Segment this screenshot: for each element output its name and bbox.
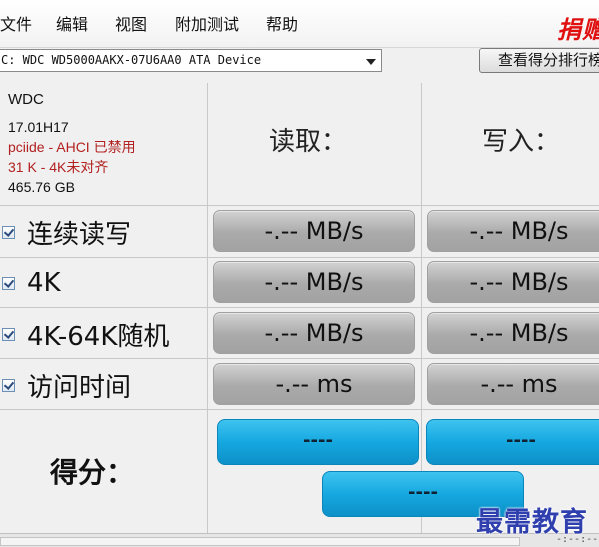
menu-help[interactable]: 帮助 bbox=[266, 16, 298, 34]
grid-divider bbox=[0, 257, 599, 258]
access-time-read-result: -.-- ms bbox=[213, 363, 415, 405]
test-label-4k: 4K bbox=[27, 268, 61, 298]
menu-file[interactable]: 文件 bbox=[0, 16, 32, 34]
test-label-4k-64k: 4K-64K随机 bbox=[27, 321, 170, 352]
drive-info-panel: WDC 17.01H17 pciide - AHCI 已禁用 31 K - 4K… bbox=[8, 89, 204, 197]
checkbox-checked-icon[interactable] bbox=[2, 276, 15, 290]
4k-write-result: -.-- MB/s bbox=[427, 261, 599, 303]
test-label-access-time: 访问时间 bbox=[27, 372, 132, 403]
4k-64k-write-result: -.-- MB/s bbox=[427, 312, 599, 354]
read-column-header: 读取： bbox=[269, 127, 348, 157]
4k-read-result: -.-- MB/s bbox=[213, 261, 415, 303]
test-row-access-time: 访问时间 bbox=[0, 360, 131, 410]
access-time-write-result: -.-- ms bbox=[427, 363, 599, 405]
drive-firmware: 17.01H17 bbox=[8, 119, 69, 135]
drive-vendor: WDC bbox=[8, 91, 44, 108]
4k-64k-read-result: -.-- MB/s bbox=[213, 312, 415, 354]
drive-driver-status: pciide - AHCI 已禁用 bbox=[8, 139, 136, 155]
menu-view[interactable]: 视图 bbox=[115, 16, 147, 34]
drive-select-value: C: WDC WD5000AAKX-07U6AA0 ATA Device bbox=[1, 53, 262, 67]
checkbox-checked-icon[interactable] bbox=[2, 225, 15, 239]
donate-link[interactable]: 捐赠 bbox=[557, 10, 599, 45]
progress-bar bbox=[0, 537, 520, 546]
grid-divider bbox=[207, 83, 208, 533]
drive-alignment-status: 31 K - 4K未对齐 bbox=[8, 159, 109, 175]
chevron-down-icon[interactable] bbox=[366, 59, 376, 65]
test-row-4k: 4K bbox=[0, 258, 61, 308]
checkbox-checked-icon[interactable] bbox=[2, 327, 15, 341]
test-row-sequential: 连续读写 bbox=[0, 207, 131, 257]
grid-divider bbox=[0, 205, 599, 206]
drive-select[interactable]: C: WDC WD5000AAKX-07U6AA0 ATA Device bbox=[0, 49, 382, 72]
checkbox-checked-icon[interactable] bbox=[2, 378, 15, 392]
toolbar: C: WDC WD5000AAKX-07U6AA0 ATA Device 查看得… bbox=[0, 48, 599, 82]
menu-bar: 文件 编辑 视图 附加测试 帮助 捐赠 bbox=[0, 0, 599, 48]
benchmark-grid: WDC 17.01H17 pciide - AHCI 已禁用 31 K - 4K… bbox=[0, 83, 599, 533]
test-row-4k-64k: 4K-64K随机 bbox=[0, 309, 169, 359]
read-score: ---- bbox=[217, 419, 419, 465]
menu-extra-tests[interactable]: 附加测试 bbox=[175, 16, 239, 34]
watermark: 最需教育 bbox=[476, 507, 588, 538]
sequential-write-result: -.-- MB/s bbox=[427, 210, 599, 252]
view-rankings-button[interactable]: 查看得分排行榜 bbox=[479, 48, 599, 73]
write-score: ---- bbox=[426, 419, 599, 465]
grid-divider bbox=[0, 307, 599, 308]
menu-edit[interactable]: 编辑 bbox=[56, 16, 88, 34]
drive-capacity: 465.76 GB bbox=[8, 179, 75, 195]
write-column-header: 写入： bbox=[482, 127, 561, 157]
test-label-sequential: 连续读写 bbox=[27, 219, 132, 250]
score-label: 得分： bbox=[50, 456, 135, 489]
sequential-read-result: -.-- MB/s bbox=[213, 210, 415, 252]
grid-divider bbox=[421, 83, 422, 533]
